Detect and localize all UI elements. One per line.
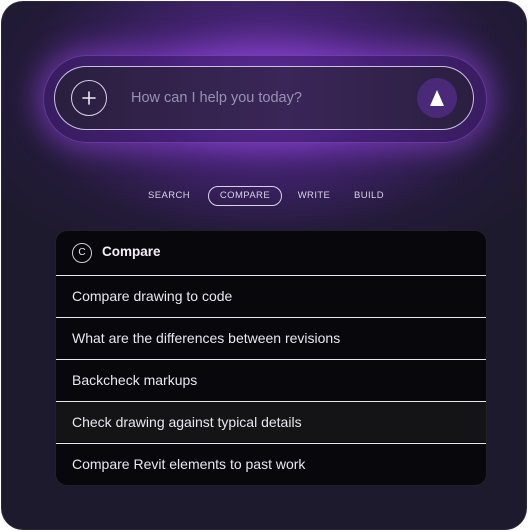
option-compare-revit-elements[interactable]: Compare Revit elements to past work: [56, 443, 486, 484]
option-check-drawing-typical-details[interactable]: Check drawing against typical details: [56, 401, 486, 442]
c-circle-icon: C: [72, 243, 92, 263]
add-button[interactable]: [71, 80, 107, 116]
tab-search[interactable]: SEARCH: [141, 186, 197, 206]
tab-build[interactable]: BUILD: [347, 186, 391, 206]
send-button[interactable]: [417, 78, 457, 118]
option-backcheck-markups[interactable]: Backcheck markups: [56, 359, 486, 400]
option-label: Check drawing against typical details: [72, 414, 302, 430]
option-compare-drawing-to-code[interactable]: Compare drawing to code: [56, 275, 486, 316]
option-label: Backcheck markups: [72, 372, 198, 388]
plus-icon: [82, 91, 96, 105]
app-frame: SEARCH COMPARE WRITE BUILD C Compare Com…: [1, 1, 527, 530]
arrow-up-triangle-icon: [429, 89, 445, 107]
tab-compare[interactable]: COMPARE: [208, 186, 282, 206]
option-differences-between-revisions[interactable]: What are the differences between revisio…: [56, 317, 486, 358]
option-label: Compare Revit elements to past work: [72, 456, 306, 472]
option-label: What are the differences between revisio…: [72, 330, 341, 346]
compare-panel: C Compare Compare drawing to code What a…: [55, 230, 487, 486]
panel-header: C Compare: [56, 231, 486, 275]
option-label: Compare drawing to code: [72, 288, 233, 304]
mode-tabs: SEARCH COMPARE WRITE BUILD: [1, 186, 527, 206]
tab-write[interactable]: WRITE: [293, 186, 335, 206]
panel-title: Compare: [102, 244, 161, 259]
prompt-input[interactable]: [131, 85, 401, 111]
